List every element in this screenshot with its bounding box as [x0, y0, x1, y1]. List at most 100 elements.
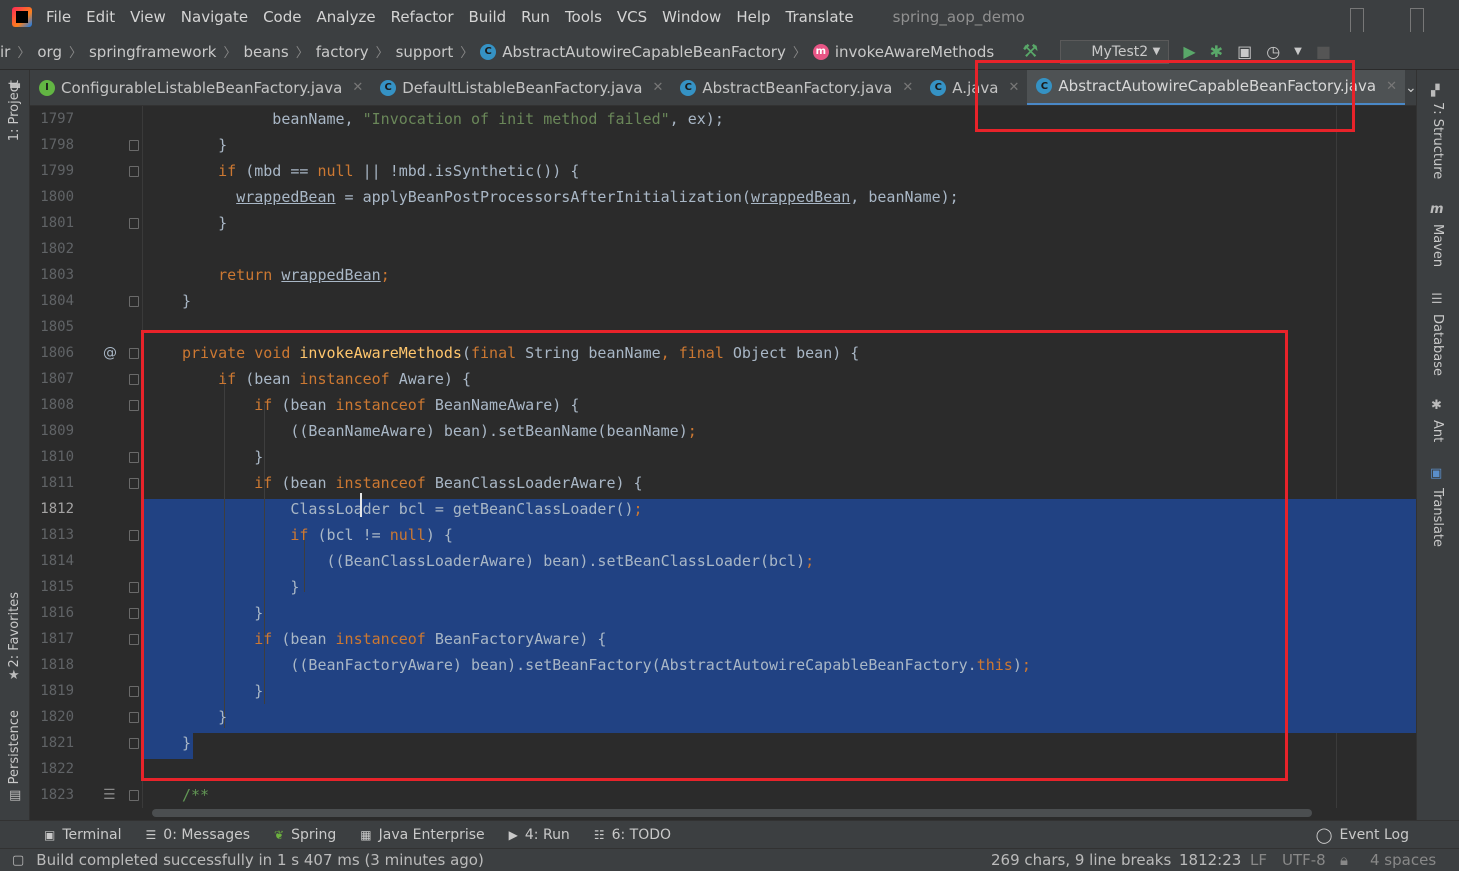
fold-marker-icon[interactable]: [129, 296, 139, 307]
tab-configurable-listable-bean-factory[interactable]: I ConfigurableListableBeanFactory.java ✕: [30, 70, 371, 105]
right-tool-strip: ▞ 7: Structure m Maven ☰ Database ✱ Ant …: [1416, 70, 1459, 820]
menu-analyze[interactable]: Analyze: [316, 8, 375, 26]
status-message[interactable]: Build completed successfully in 1 s 407 …: [36, 851, 484, 869]
fold-marker-icon[interactable]: [129, 140, 139, 151]
close-icon[interactable]: ✕: [352, 80, 363, 95]
intellij-logo-icon: [12, 7, 32, 27]
menu-bar: File Edit View Navigate Code Analyze Ref…: [0, 0, 1459, 34]
todo-tool-window[interactable]: ☷ 6: TODO: [594, 827, 671, 843]
run-tool-window[interactable]: ▶ 4: Run: [509, 827, 570, 843]
fold-marker-icon[interactable]: [129, 790, 139, 801]
close-icon[interactable]: ✕: [902, 80, 913, 95]
tool-window-bar: ▣ Terminal ☰ 0: Messages ❦ Spring ▦ Java Ent…: [0, 820, 1459, 848]
menu-navigate[interactable]: Navigate: [181, 8, 248, 26]
code-line: 1798 }: [40, 136, 228, 154]
coverage-icon[interactable]: ▣: [1237, 42, 1252, 61]
javadoc-icon[interactable]: ☰: [103, 782, 116, 808]
menu-window[interactable]: Window: [662, 8, 721, 26]
menu-vcs[interactable]: VCS: [617, 8, 647, 26]
project-tool-window[interactable]: 1: Project: [7, 80, 22, 141]
menu-file[interactable]: File: [46, 8, 71, 26]
database-tool-window[interactable]: Database: [1430, 314, 1445, 376]
messages-tool-window[interactable]: ☰ 0: Messages: [146, 827, 251, 843]
breadcrumb-item[interactable]: support: [396, 43, 454, 61]
fold-marker-icon[interactable]: [129, 530, 139, 541]
fold-marker-icon[interactable]: [129, 608, 139, 619]
build-hammer-icon[interactable]: ⚒: [1022, 41, 1038, 62]
caret-position[interactable]: 1812:23: [1179, 849, 1241, 871]
fold-marker-icon[interactable]: [129, 686, 139, 697]
structure-tool-window[interactable]: 7: Structure: [1430, 102, 1445, 179]
breadcrumb-item[interactable]: beans: [243, 43, 288, 61]
fold-marker-icon[interactable]: [129, 166, 139, 177]
menu-refactor[interactable]: Refactor: [391, 8, 454, 26]
method-icon: m: [812, 43, 829, 60]
breadcrumb-item[interactable]: springframework: [89, 43, 216, 61]
menu-translate[interactable]: Translate: [786, 8, 854, 26]
window-maximize-icon[interactable]: [1350, 8, 1364, 32]
favorites-tool-window[interactable]: 2: Favorites: [7, 592, 22, 668]
breadcrumb-method[interactable]: m invokeAwareMethods: [812, 43, 994, 61]
fold-marker-icon[interactable]: [129, 712, 139, 723]
spring-tool-window[interactable]: ❦ Spring: [274, 827, 336, 843]
chevron-down-icon: ▼: [1152, 46, 1161, 57]
profile-icon[interactable]: ◷: [1266, 42, 1280, 61]
fold-marker-icon[interactable]: [129, 452, 139, 463]
fold-marker-icon[interactable]: [129, 218, 139, 229]
run-icon: ▶: [508, 827, 518, 842]
chevron-right-icon: 〉: [792, 46, 806, 61]
java-enterprise-tool-window[interactable]: ▦ Java Enterprise: [360, 827, 484, 843]
chevron-right-icon: 〉: [68, 46, 82, 61]
close-icon[interactable]: ✕: [1386, 79, 1397, 94]
toggle-tool-windows-icon[interactable]: ▢: [12, 853, 24, 868]
terminal-tool-window[interactable]: ▣ Terminal: [44, 827, 122, 843]
fold-marker-icon[interactable]: [129, 582, 139, 593]
structure-icon: ▞: [1431, 84, 1440, 97]
menu-tools[interactable]: Tools: [565, 8, 602, 26]
translate-tool-window[interactable]: Translate: [1430, 488, 1445, 547]
persistence-tool-window[interactable]: Persistence: [7, 710, 22, 784]
file-encoding[interactable]: UTF-8: [1282, 849, 1326, 871]
horizontal-scrollbar-thumb[interactable]: [152, 809, 1312, 817]
fold-marker-icon[interactable]: [129, 478, 139, 489]
window-title: spring_aop_demo: [892, 8, 1025, 26]
menu-edit[interactable]: Edit: [86, 8, 115, 26]
java-enterprise-icon: ▦: [360, 827, 372, 842]
run-icon[interactable]: ▶: [1183, 42, 1195, 61]
tab-abstract-bean-factory[interactable]: C AbstractBeanFactory.java ✕: [671, 70, 921, 105]
fold-marker-icon[interactable]: [129, 400, 139, 411]
tab-default-listable-bean-factory[interactable]: C DefaultListableBeanFactory.java ✕: [371, 70, 671, 105]
close-icon[interactable]: ✕: [652, 80, 663, 95]
line-separator[interactable]: LF: [1250, 849, 1267, 871]
maven-tool-window[interactable]: Maven: [1430, 224, 1445, 267]
menu-run[interactable]: Run: [521, 8, 550, 26]
fold-marker-icon[interactable]: [129, 634, 139, 645]
event-log-tool-window[interactable]: ◯ Event Log: [1316, 826, 1409, 844]
breadcrumb-item[interactable]: ir: [0, 43, 10, 61]
selection-info: 269 chars, 9 line breaks: [991, 851, 1172, 869]
chevron-down-icon[interactable]: ⌄: [1405, 80, 1416, 96]
debug-icon[interactable]: ✱: [1210, 42, 1223, 61]
stop-icon[interactable]: ■: [1316, 42, 1331, 61]
menu-help[interactable]: Help: [736, 8, 770, 26]
horizontal-scrollbar[interactable]: [30, 808, 1416, 820]
terminal-icon: ▣: [44, 827, 56, 842]
persistence-icon: ▤: [9, 788, 22, 803]
window-close-icon[interactable]: [1410, 8, 1424, 32]
breadcrumb-class[interactable]: C AbstractAutowireCapableBeanFactory: [480, 43, 786, 61]
code-line: 1799 if (mbd == null || !mbd.isSynthetic…: [40, 162, 580, 180]
ant-icon: ✱: [1431, 398, 1442, 413]
breadcrumb-item[interactable]: org: [37, 43, 62, 61]
annotation-gutter-icon[interactable]: @: [103, 340, 117, 366]
indent-setting[interactable]: 4 spaces: [1370, 849, 1436, 871]
fold-marker-icon[interactable]: [129, 738, 139, 749]
lock-icon[interactable]: 🔒︎: [1340, 849, 1348, 871]
fold-marker-icon[interactable]: [129, 348, 139, 359]
menu-view[interactable]: View: [130, 8, 166, 26]
chevron-down-icon[interactable]: ▼: [1294, 46, 1302, 57]
menu-code[interactable]: Code: [263, 8, 301, 26]
ant-tool-window[interactable]: Ant: [1430, 420, 1445, 442]
fold-marker-icon[interactable]: [129, 374, 139, 385]
menu-build[interactable]: Build: [469, 8, 507, 26]
breadcrumb-item[interactable]: factory: [316, 43, 369, 61]
